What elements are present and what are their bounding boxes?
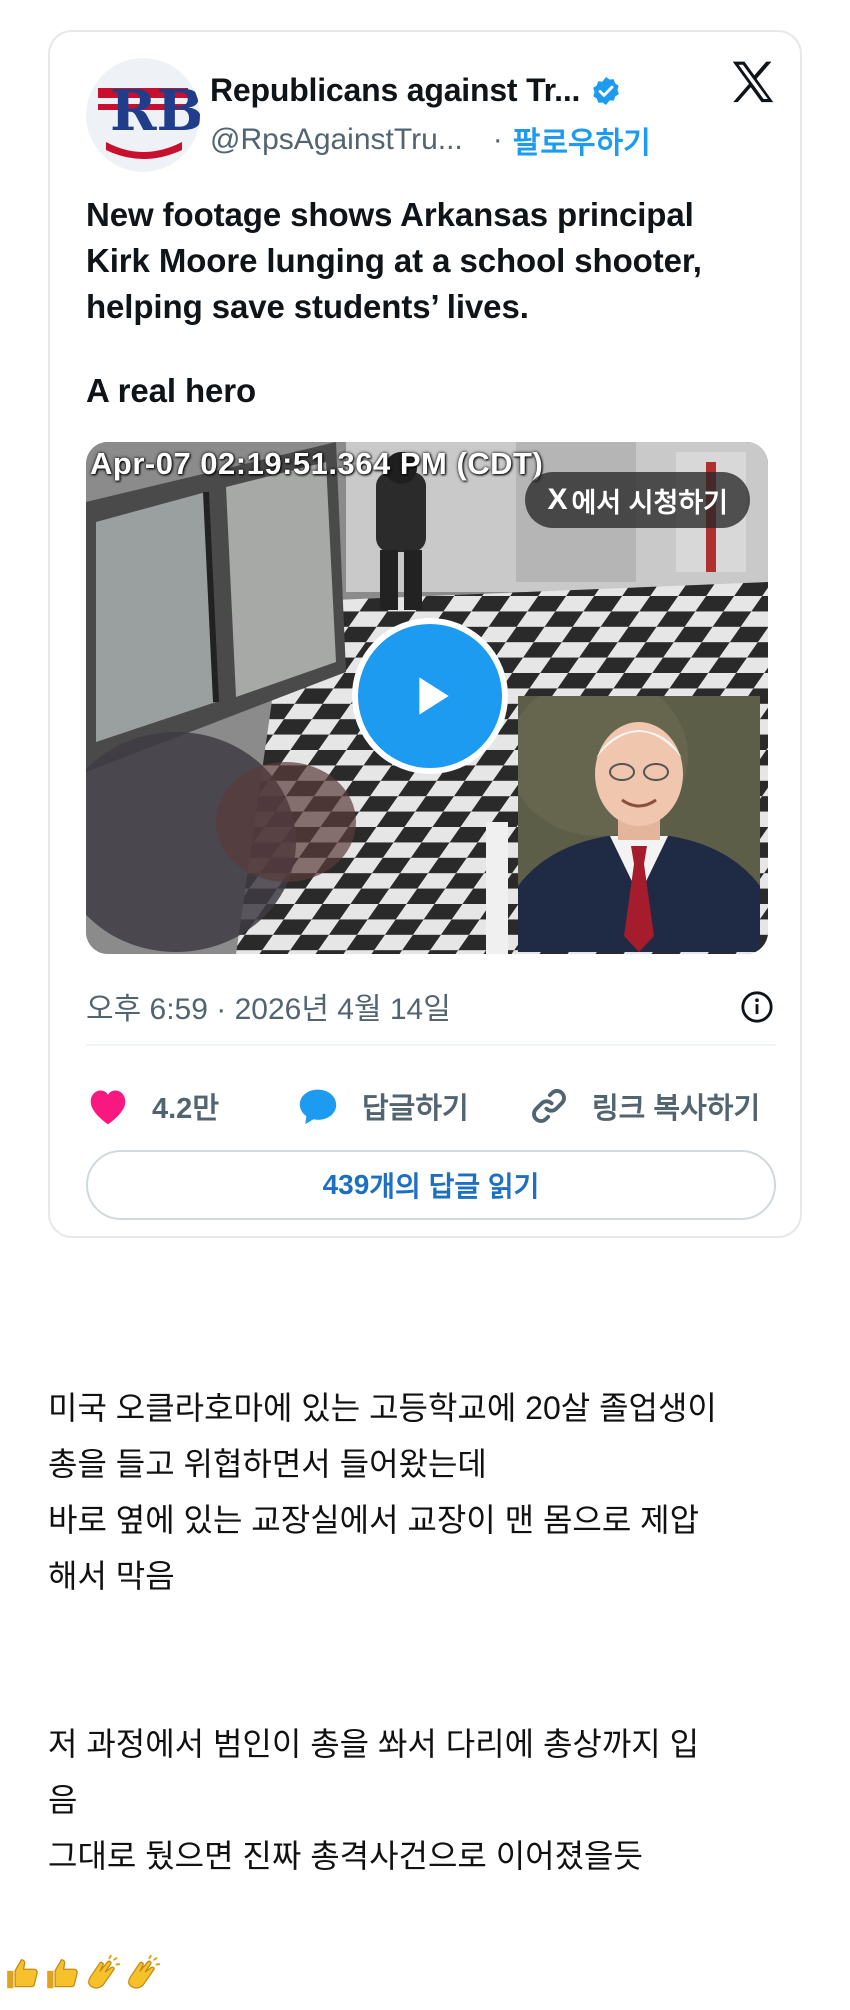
divider: [86, 1044, 776, 1046]
display-name[interactable]: Republicans against Tr...: [210, 72, 580, 109]
video-player[interactable]: Apr-07 02:19:51.364 PM (CDT) X 에서 시청하기: [86, 442, 768, 954]
separator-dot: ·: [492, 123, 503, 156]
read-replies-count: 439: [322, 1169, 370, 1200]
avatar-letters: RB: [110, 78, 200, 144]
video-timestamp-overlay: Apr-07 02:19:51.364 PM (CDT): [90, 446, 544, 481]
reply-label: 답글하기: [362, 1093, 469, 1125]
principal-portrait-inset: [518, 696, 760, 952]
profile-avatar[interactable]: RB: [86, 58, 200, 172]
read-replies-label: 개의 답글 읽기: [369, 1171, 540, 1202]
watch-on-x-label: 에서 시청하기: [571, 487, 728, 518]
action-bar: 4.2만 답글하기 링크 복사하기: [86, 1076, 776, 1136]
caption-line: 그대로 뒀으면 진짜 총격사건으로 이어졌을듯: [48, 1838, 643, 1874]
heart-icon: [90, 1090, 126, 1125]
follow-button[interactable]: 팔로우하기: [513, 118, 651, 162]
caption-line: 바로 옆에 있는 교장실에서 교장이 맨 몸으로 제압: [48, 1502, 700, 1538]
caption-line: 저 과정에서 범인이 총을 쏴서 다리에 총상까지 입: [48, 1726, 700, 1762]
like-count: 4.2만: [152, 1093, 219, 1125]
emoji-reactions: [4, 1954, 162, 1994]
handle[interactable]: @RpsAgainstTru...: [210, 123, 463, 157]
tweet-text-line: helping save students’ lives.: [86, 288, 529, 325]
copy-link-label: 링크 복사하기: [592, 1093, 761, 1125]
caption-line: 해서 막음: [48, 1558, 175, 1594]
read-replies-button[interactable]: 439 개의 답글 읽기: [86, 1150, 776, 1220]
tweet-text-line: Kirk Moore lunging at a school shooter,: [86, 242, 702, 279]
play-button[interactable]: [352, 618, 508, 774]
embedded-tweet-card[interactable]: RB Republicans against Tr... @RpsAgainst…: [48, 30, 802, 1238]
handle-row: @RpsAgainstTru... · 팔로우하기: [210, 118, 651, 162]
tweet-text: New footage shows Arkansas principal Kir…: [86, 192, 776, 414]
caption-line: 음: [48, 1782, 78, 1818]
thumbs-up-icon: [7, 1959, 38, 1989]
post-timestamp[interactable]: 오후 6:59 · 2026년 4월 14일: [86, 984, 451, 1028]
thumbs-up-icon: [47, 1959, 78, 1989]
info-icon[interactable]: [740, 990, 774, 1024]
verified-badge-icon: [593, 76, 620, 105]
link-icon: [532, 1089, 566, 1123]
watch-on-x-x-label: X: [547, 483, 568, 516]
post-caption: 미국 오클라호마에 있는 고등학교에 20살 졸업생이 총을 들고 위협하면서 …: [48, 1380, 818, 1884]
play-icon: [419, 677, 449, 715]
caption-line: 총을 들고 위협하면서 들어왔는데: [48, 1446, 487, 1482]
tweet-text-line: A real hero: [86, 372, 257, 409]
copy-link-button[interactable]: 링크 복사하기: [528, 1076, 760, 1136]
display-name-row[interactable]: Republicans against Tr...: [210, 72, 622, 109]
watch-on-x-button[interactable]: X 에서 시청하기: [525, 472, 750, 528]
caption-line: 미국 오클라호마에 있는 고등학교에 20살 졸업생이: [48, 1390, 717, 1426]
like-button[interactable]: 4.2만: [86, 1076, 219, 1136]
clapping-hands-icon: [88, 1954, 121, 1989]
reply-bubble-icon: [299, 1089, 337, 1125]
x-logo-icon[interactable]: [726, 56, 780, 110]
reply-button[interactable]: 답글하기: [296, 1076, 469, 1136]
tweet-text-line: New footage shows Arkansas principal: [86, 196, 694, 233]
clapping-hands-icon: [128, 1954, 161, 1989]
